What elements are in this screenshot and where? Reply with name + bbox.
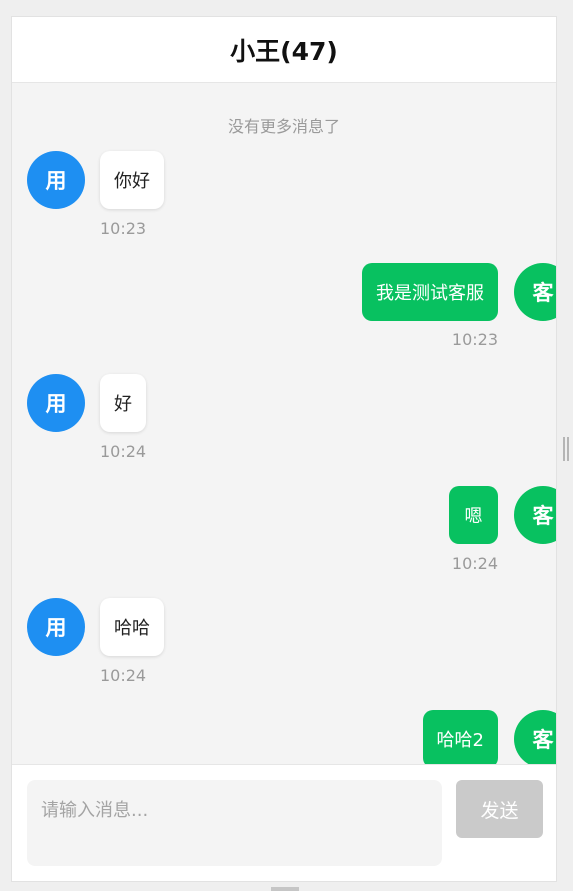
chat-title: 小王(47)	[12, 17, 556, 83]
agent-avatar[interactable]: 客	[514, 486, 556, 544]
message-time: 10:23	[100, 219, 147, 238]
message-time: 10:24	[100, 666, 147, 685]
user-avatar[interactable]: 用	[27, 598, 85, 656]
message-bubble[interactable]: 哈哈2	[422, 710, 498, 766]
message-time: 10:24	[100, 442, 147, 461]
no-more-messages-label: 没有更多消息了	[227, 117, 340, 136]
message-time: 10:23	[451, 330, 498, 349]
user-avatar[interactable]: 用	[27, 374, 85, 432]
message-bubble[interactable]: 哈哈	[100, 598, 164, 656]
user-avatar[interactable]: 用	[27, 151, 85, 209]
send-button[interactable]: 发送	[456, 780, 543, 838]
resize-handle[interactable]	[563, 437, 569, 461]
message-bubble[interactable]: 你好	[100, 151, 164, 209]
composer: 发送	[12, 764, 556, 881]
message-time: 10:24	[451, 554, 498, 573]
message-bubble[interactable]: 嗯	[449, 486, 498, 544]
chat-window: 小王(47) 没有更多消息了 用 你好 10:23 客 我是测试客服 10:23…	[11, 16, 557, 882]
agent-avatar[interactable]: 客	[514, 710, 556, 766]
agent-avatar[interactable]: 客	[514, 263, 556, 321]
message-bubble[interactable]: 我是测试客服	[362, 263, 498, 321]
message-bubble[interactable]: 好	[100, 374, 146, 432]
message-input[interactable]	[27, 780, 442, 866]
message-list[interactable]: 没有更多消息了 用 你好 10:23 客 我是测试客服 10:23 用 好 10…	[12, 83, 556, 766]
bottom-handle[interactable]	[271, 887, 299, 891]
